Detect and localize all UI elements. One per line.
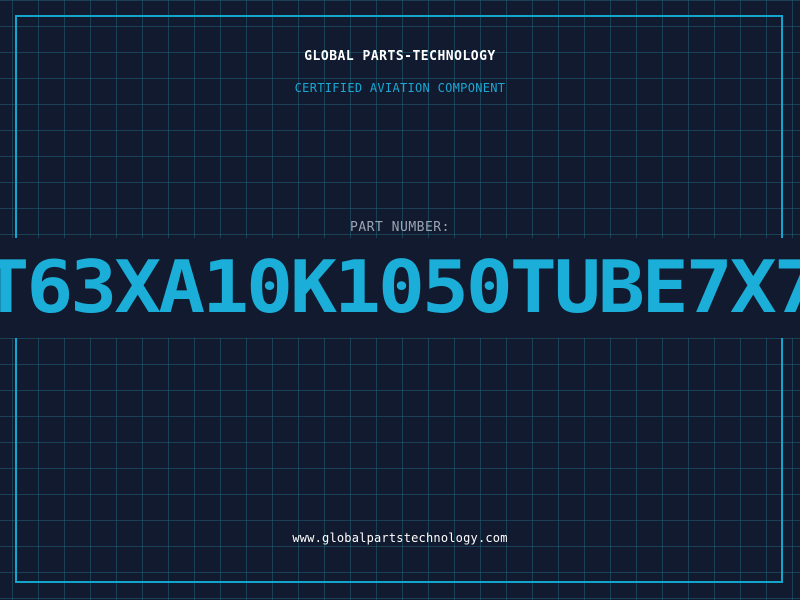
company-name: GLOBAL PARTS-TECHNOLOGY	[304, 49, 496, 64]
certification-subtitle: CERTIFIED AVIATION COMPONENT	[294, 81, 506, 95]
part-number-card: GLOBAL PARTS-TECHNOLOGY CERTIFIED AVIATI…	[0, 0, 800, 600]
website-url[interactable]: www.globalpartstechnology.com	[0, 531, 800, 545]
part-number-value: T63XA10K1050TUBE7X7	[0, 246, 800, 330]
part-number-label: PART NUMBER:	[350, 220, 450, 235]
part-number-display: T63XA10K1050TUBE7X7	[0, 238, 800, 338]
